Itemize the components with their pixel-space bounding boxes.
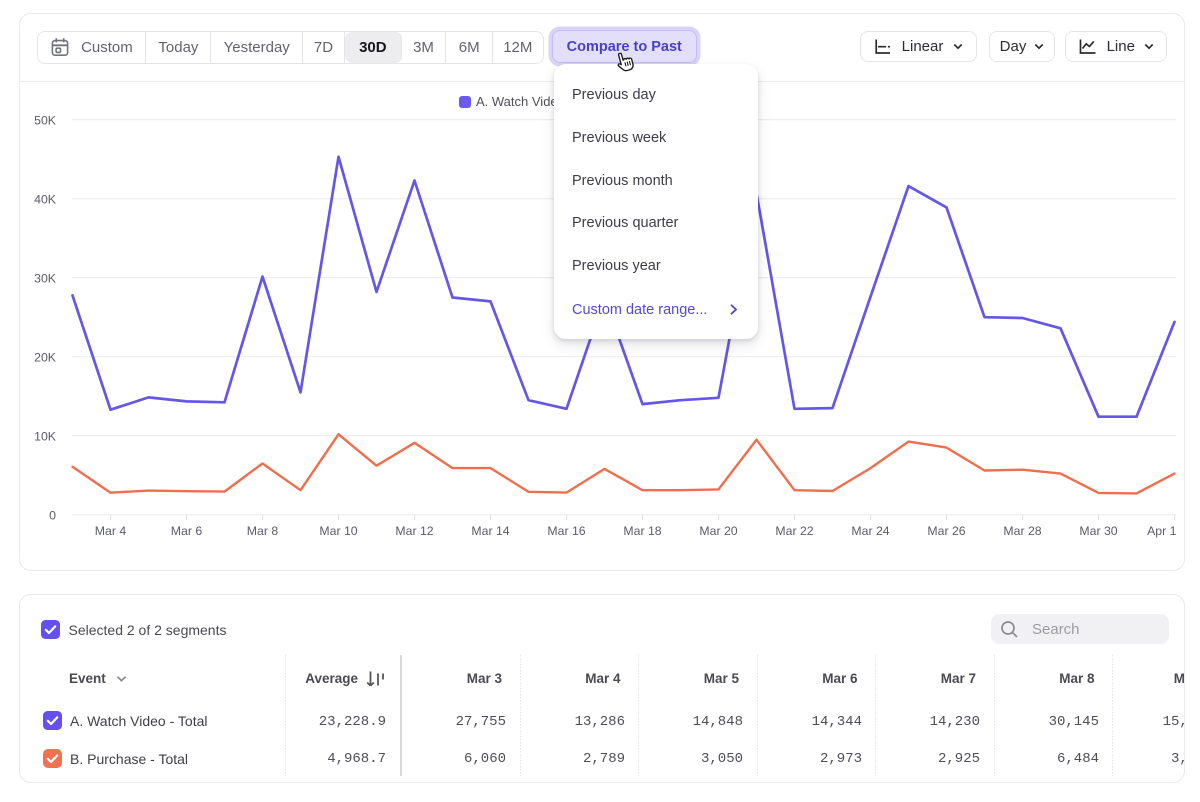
svg-text:Mar 24: Mar 24: [851, 524, 889, 538]
svg-text:0: 0: [49, 509, 56, 523]
svg-text:Mar 14: Mar 14: [471, 524, 509, 538]
svg-text:Mar 12: Mar 12: [395, 524, 433, 538]
svg-text:Mar 6: Mar 6: [171, 524, 203, 538]
svg-text:Mar 18: Mar 18: [623, 524, 661, 538]
svg-text:Mar 8: Mar 8: [247, 524, 279, 538]
svg-text:Apr 1: Apr 1: [1147, 524, 1177, 538]
svg-text:20K: 20K: [34, 351, 57, 365]
svg-text:40K: 40K: [34, 193, 57, 207]
svg-text:Mar 10: Mar 10: [319, 524, 357, 538]
svg-text:Mar 20: Mar 20: [699, 524, 737, 538]
svg-text:Mar 4: Mar 4: [95, 524, 127, 538]
svg-text:Mar 30: Mar 30: [1079, 524, 1117, 538]
svg-text:Mar 26: Mar 26: [927, 524, 965, 538]
svg-text:30K: 30K: [34, 272, 57, 286]
svg-text:10K: 10K: [34, 430, 57, 444]
svg-text:Mar 28: Mar 28: [1003, 524, 1041, 538]
svg-text:Mar 22: Mar 22: [775, 524, 813, 538]
svg-text:50K: 50K: [34, 114, 57, 128]
svg-text:Mar 16: Mar 16: [547, 524, 585, 538]
